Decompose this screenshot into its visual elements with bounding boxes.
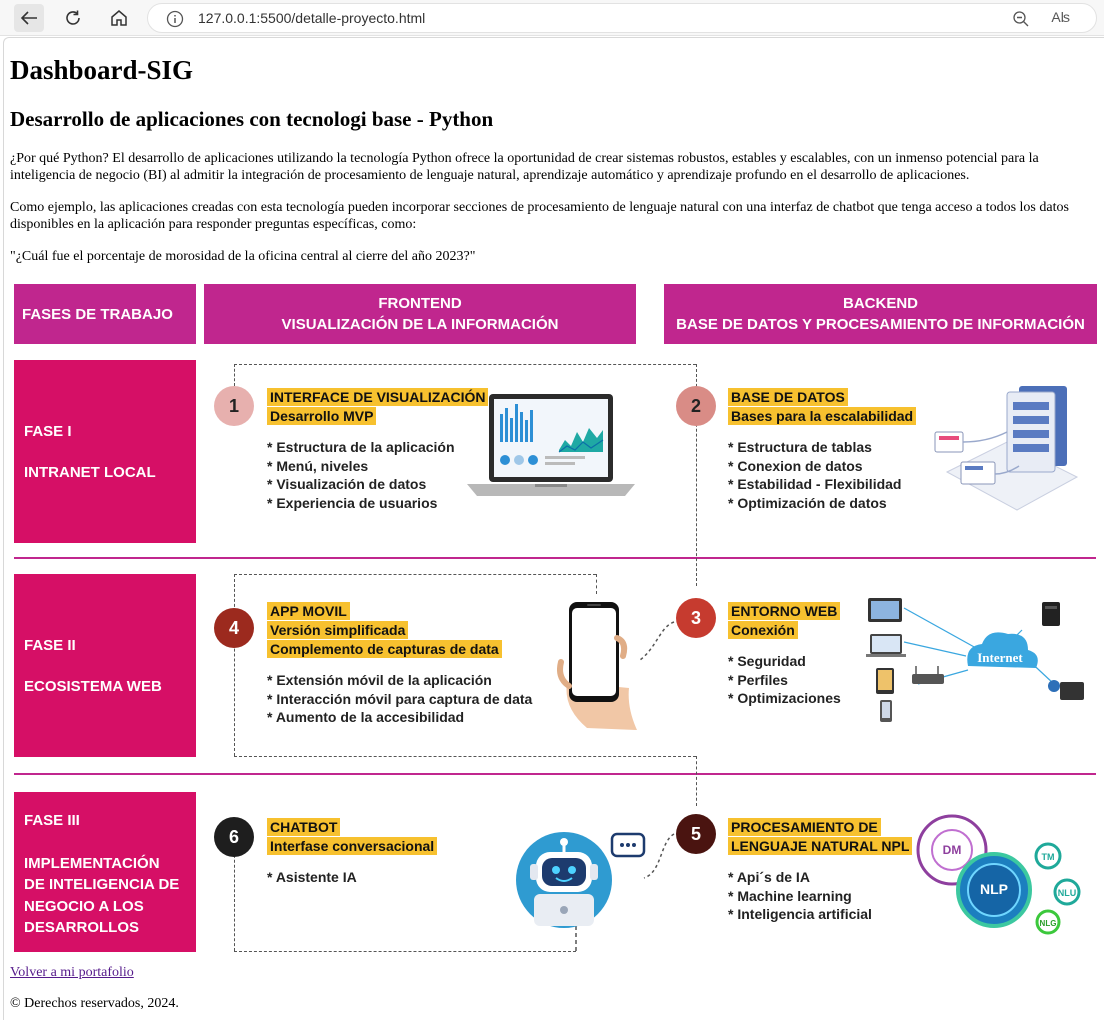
step-2-subtitle: Bases para la escalabilidad <box>728 407 917 425</box>
step-6-bullet: * Asistente IA <box>267 869 357 885</box>
step-3-bullet: * Optimizaciones <box>728 690 841 706</box>
step-4-subtitle2: Complemento de capturas de data <box>267 640 502 658</box>
smartphone-hand-icon <box>557 602 637 730</box>
step-2-title: BASE DE DATOS <box>728 388 848 406</box>
step-1-bullets: * Estructura de la aplicación * Menú, ni… <box>267 438 488 512</box>
step-6-block: CHATBOT Interfase conversacional * Asist… <box>267 818 438 887</box>
step-2-badge: 2 <box>676 386 716 426</box>
nlp-nlu-label: NLU <box>1058 888 1077 898</box>
reload-icon <box>66 10 80 25</box>
step-3-block: ENTORNO WEB Conexión * Seguridad * Perfi… <box>728 602 841 708</box>
step-5-title: PROCESAMIENTO DE <box>728 818 881 836</box>
step-5-bullet: * Machine learning <box>728 887 852 904</box>
step-5-subtitle: LENGUAJE NATURAL NPL <box>728 837 913 855</box>
nlp-nlg-label: NLG <box>1040 919 1057 928</box>
step-2-bullet: * Optimización de datos <box>728 494 887 511</box>
step-2-bullet: * Estructura de tablas <box>728 439 872 455</box>
step-2-block: BASE DE DATOS Bases para la escalabilida… <box>728 388 917 512</box>
url-text[interactable]: 127.0.0.1:5500/detalle-proyecto.html <box>198 10 425 26</box>
page-title: Dashboard-SIG <box>10 55 194 85</box>
nlp-tm-label: TM <box>1042 852 1055 862</box>
step-2-number: 2 <box>690 395 701 416</box>
step-3-badge: 3 <box>676 598 716 638</box>
step-4-badge: 4 <box>214 608 254 648</box>
reload-button[interactable] <box>58 4 88 32</box>
step-3-bullet: * Seguridad <box>728 653 806 669</box>
step-5-bullets: * Api´s de IA * Machine learning * Intel… <box>728 868 912 924</box>
step-4-bullets: * Extensión móvil de la aplicación * Int… <box>267 671 532 727</box>
step-6-title: CHATBOT <box>267 818 341 836</box>
step-1-bullet: * Experiencia de usuarios <box>267 494 438 511</box>
step-6-subtitle: Interfase conversacional <box>267 837 438 855</box>
step-5-badge: 5 <box>676 814 716 854</box>
step-6-bullets: * Asistente IA <box>267 868 437 887</box>
step-4-bullet: * Extensión móvil de la aplicación <box>267 672 492 688</box>
step-1-bullet: * Estructura de la aplicación <box>267 439 455 455</box>
internet-label: Internet <box>977 650 1023 665</box>
step-4-block: APP MOVIL Versión simplificada Complemen… <box>267 602 532 727</box>
info-icon[interactable] <box>166 10 184 28</box>
step-3-bullet: * Perfiles <box>728 671 788 688</box>
step-6-number: 6 <box>228 826 239 847</box>
step-1-bullet: * Menú, niveles <box>267 457 369 474</box>
internet-network-icon: Internet <box>866 598 1084 722</box>
step-2-bullet: * Conexion de datos <box>728 457 863 474</box>
database-server-icon <box>934 386 1079 511</box>
step-4-bullet: * Interacción móvil para captura de data <box>267 690 533 707</box>
step-2-bullets: * Estructura de tablas * Conexion de dat… <box>728 438 916 512</box>
step-1-block: INTERFACE DE VISUALIZACIÓN Desarrollo MV… <box>267 388 489 512</box>
back-to-portfolio-link[interactable]: Volver a mi portafolio <box>10 965 134 981</box>
step-2-bullet: * Estabilidad - Flexibilidad <box>728 476 902 492</box>
paragraph-example: Como ejemplo, las aplicaciones creadas c… <box>10 200 1069 232</box>
step-3-title: ENTORNO WEB <box>728 602 841 620</box>
browser-toolbar: 127.0.0.1:5500/detalle-proyecto.html Aʪ <box>0 0 1104 36</box>
read-aloud-icon[interactable]: Aʪ <box>1051 9 1070 25</box>
home-button[interactable] <box>104 4 134 32</box>
step-4-bullet: * Aumento de la accesibilidad <box>267 709 465 725</box>
workflow-infographic: FASES DE TRABAJO FRONTEND VISUALIZACIÓN … <box>12 282 1100 958</box>
step-5-block: PROCESAMIENTO DE LENGUAJE NATURAL NPL * … <box>728 818 913 924</box>
step-3-number: 3 <box>690 607 701 628</box>
nlp-dm-label: DM <box>943 843 962 857</box>
step-4-number: 4 <box>228 617 239 638</box>
home-icon <box>111 10 127 26</box>
step-6-badge: 6 <box>214 817 254 857</box>
paragraph-question: "¿Cuál fue el porcentaje de morosidad de… <box>10 249 476 264</box>
back-button[interactable] <box>14 4 44 32</box>
step-1-subtitle: Desarrollo MVP <box>267 407 377 425</box>
step-1-title: INTERFACE DE VISUALIZACIÓN <box>267 388 489 406</box>
nlp-diagram-icon: DM NLP TM NLU NLG <box>916 814 1081 935</box>
step-4-subtitle: Versión simplificada <box>267 621 409 639</box>
step-5-bullet: * Api´s de IA <box>728 869 810 885</box>
arrow-left-icon <box>20 11 37 25</box>
step-3-bullets: * Seguridad * Perfiles * Optimizaciones <box>728 652 841 708</box>
step-4-title: APP MOVIL <box>267 602 350 620</box>
step-5-number: 5 <box>690 823 701 844</box>
step-1-bullet: * Visualización de datos <box>267 476 427 492</box>
zoom-out-icon[interactable] <box>1012 10 1030 28</box>
step-3-subtitle: Conexión <box>728 621 798 639</box>
step-1-number: 1 <box>228 395 239 416</box>
address-bar[interactable]: 127.0.0.1:5500/detalle-proyecto.html Aʪ <box>147 3 1097 33</box>
step-1-badge: 1 <box>214 386 254 426</box>
paragraph-why-python: ¿Por qué Python? El desarrollo de aplica… <box>10 151 1039 183</box>
laptop-dashboard-icon <box>467 394 635 496</box>
nlp-center-label: NLP <box>980 881 1008 897</box>
step-5-bullet: * Inteligencia artificial <box>728 906 872 922</box>
chatbot-robot-icon <box>516 832 646 928</box>
footer-copyright: © Derechos reservados, 2024. <box>10 996 179 1011</box>
page-subtitle: Desarrollo de aplicaciones con tecnologi… <box>10 107 494 131</box>
